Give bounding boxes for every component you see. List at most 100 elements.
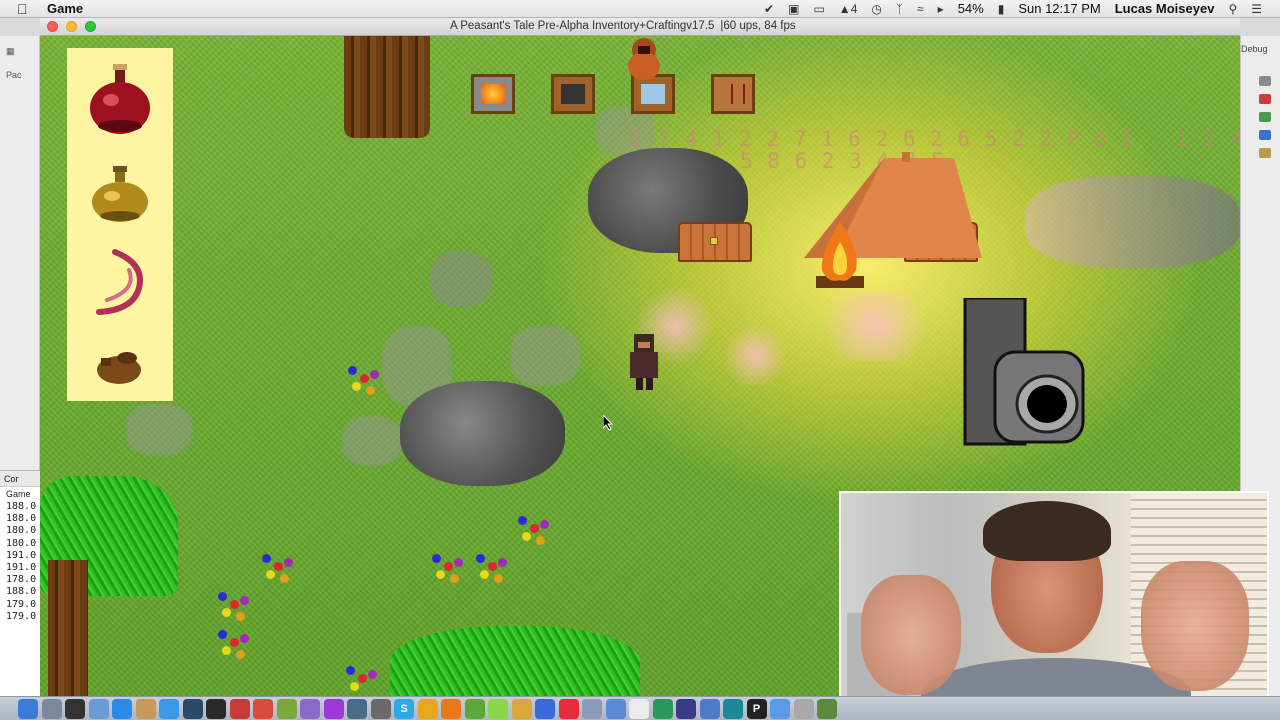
app-icon[interactable] (582, 698, 602, 719)
wifi-icon[interactable]: ≈ (917, 2, 924, 16)
clock[interactable]: Sun 12:17 PM (1018, 1, 1100, 16)
spotlight-search-icon[interactable]: ⚲ (1228, 2, 1237, 16)
webcam-presenter-hand (861, 575, 961, 695)
app-icon[interactable] (464, 698, 485, 719)
game-window-titlebar[interactable]: A Peasant's Tale Pre-Alpha Inventory+Cra… (40, 18, 1240, 36)
activity-monitor-icon[interactable] (182, 698, 203, 719)
volume-icon[interactable]: ▸ (938, 2, 944, 16)
heart-app-icon[interactable] (558, 698, 579, 719)
window-controls (47, 21, 96, 32)
battery-percent[interactable]: 54% (958, 1, 984, 16)
eclipse-icon[interactable] (676, 698, 696, 719)
app-icon[interactable] (770, 698, 790, 719)
app-icon[interactable] (629, 698, 649, 719)
adobe-icon[interactable]: ▲4 (839, 2, 858, 16)
app-icon[interactable] (535, 698, 555, 719)
treasure-chest[interactable] (678, 222, 752, 262)
ide-toolbar-icon[interactable]: ▦ (6, 46, 15, 57)
glass-station[interactable] (631, 74, 675, 114)
arduino-icon[interactable] (723, 698, 743, 719)
inventory-slot[interactable] (85, 152, 155, 228)
screenshot-icon[interactable] (370, 698, 391, 719)
furnace-station[interactable] (471, 74, 515, 114)
preview-icon[interactable] (88, 698, 109, 719)
window-title-text: A Peasant's Tale Pre-Alpha Inventory+Cra… (450, 20, 715, 32)
close-button[interactable] (47, 21, 58, 32)
skype-icon[interactable]: S (394, 698, 414, 719)
rock-pile[interactable] (400, 381, 565, 486)
variables-icon[interactable] (1259, 112, 1271, 122)
flower-patch[interactable] (216, 630, 254, 662)
console-line: 179.0 (6, 610, 37, 622)
imovie-icon[interactable] (323, 698, 344, 719)
stone-kiln[interactable] (955, 298, 1087, 448)
chrome-icon[interactable] (417, 698, 438, 719)
webcam-presenter-hand (1141, 561, 1249, 691)
time-machine-icon[interactable]: ◷ (871, 2, 881, 16)
expressions-icon[interactable] (1259, 130, 1271, 140)
script-editor-icon[interactable] (300, 698, 320, 719)
photo-booth-icon[interactable] (229, 698, 250, 719)
display-icon[interactable]: ▭ (813, 2, 824, 16)
apple-menu-icon[interactable]:  (17, 1, 35, 17)
flower-patch[interactable] (216, 592, 254, 624)
user-name[interactable]: Lucas Moiseyev (1115, 1, 1215, 16)
workbench-station[interactable] (711, 74, 755, 114)
processing-icon[interactable]: P (746, 698, 767, 719)
minimize-button[interactable] (66, 21, 77, 32)
console-tab[interactable]: Cor (0, 471, 40, 487)
anvil-station[interactable] (551, 74, 595, 114)
breakpoint-icon[interactable] (1259, 94, 1271, 104)
app-icon[interactable] (699, 698, 720, 719)
player-character[interactable] (624, 334, 664, 392)
webcam-overlay (839, 491, 1269, 713)
finder-icon[interactable] (159, 698, 179, 719)
flower-patch[interactable] (346, 366, 384, 398)
app-icon[interactable] (817, 698, 837, 719)
debug-perspective-tab[interactable]: Debug (1241, 44, 1268, 54)
inventory-slot[interactable] (85, 62, 155, 138)
ide-package-tab[interactable]: Pac (6, 70, 22, 80)
app-store-icon[interactable] (112, 698, 132, 719)
flower-patch[interactable] (430, 554, 468, 586)
finder-icon[interactable] (18, 698, 38, 719)
notification-center-icon[interactable]: ☰ (1251, 2, 1262, 16)
app-name-menu[interactable]: Game (47, 1, 83, 16)
campfire[interactable] (812, 218, 868, 292)
flower-patch[interactable] (344, 666, 382, 696)
pink-mist (810, 291, 940, 361)
app-icon[interactable] (652, 698, 673, 719)
textedit-icon[interactable] (276, 698, 297, 719)
dashboard-icon[interactable] (65, 698, 85, 719)
window-title: A Peasant's Tale Pre-Alpha Inventory+Cra… (450, 20, 796, 32)
minecraft-icon[interactable] (488, 698, 508, 719)
outline-icon[interactable] (1259, 148, 1271, 158)
mouse-cursor-icon (603, 415, 614, 431)
acrobat-icon[interactable] (253, 698, 273, 719)
flower-patch[interactable] (474, 554, 512, 586)
inventory-slot[interactable] (85, 336, 155, 412)
zoom-button[interactable] (85, 21, 96, 32)
launchpad-icon[interactable] (41, 698, 62, 719)
app-icon[interactable] (605, 698, 626, 719)
camera-icon[interactable]: ▣ (788, 2, 799, 16)
bluetooth-icon[interactable]: ᛉ (896, 2, 903, 16)
flower-patch[interactable] (516, 516, 554, 548)
npc-peasant-sprite[interactable] (622, 36, 666, 80)
dock: S P (0, 696, 1280, 720)
inventory-slot[interactable] (85, 244, 155, 320)
app-icon[interactable] (511, 698, 532, 719)
webcam-presenter-hair (983, 501, 1111, 561)
battery-icon[interactable]: ▮ (998, 2, 1005, 16)
flower-patch[interactable] (260, 554, 298, 586)
automator-icon[interactable] (347, 698, 367, 719)
firefox-icon[interactable] (441, 698, 461, 719)
terminal-icon[interactable] (206, 698, 226, 719)
fps-counter: |60 ups, 84 fps (720, 20, 796, 32)
notes-icon[interactable] (135, 698, 156, 719)
console-line: 188.0 (6, 513, 37, 525)
inventory-panel (67, 48, 173, 401)
view-icon[interactable] (1259, 76, 1271, 86)
checkmark-icon[interactable]: ✔ (764, 2, 774, 16)
app-icon[interactable] (793, 698, 814, 719)
